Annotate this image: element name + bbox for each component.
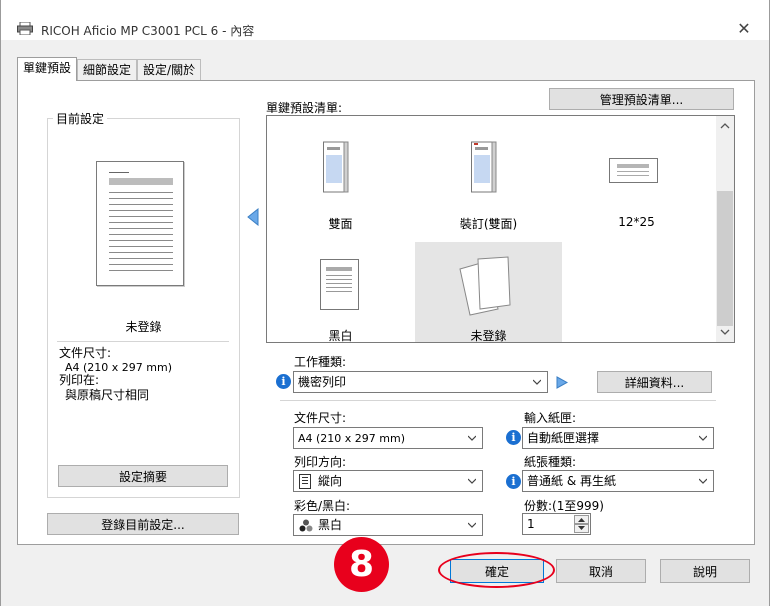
chevron-down-icon [699,478,707,484]
input-tray-select[interactable]: 自動紙匣選擇 [522,427,714,449]
chevron-down-icon [533,379,541,385]
preset-label: 未登錄 [470,329,507,343]
bw-page-icon [320,259,359,310]
chevron-down-icon [468,478,476,484]
manage-presets-button[interactable]: 管理預設清單... [549,88,734,110]
tab-detailed-settings[interactable]: 細節設定 [77,59,138,81]
paper-size-label: 文件尺寸: [294,411,347,425]
preset-list[interactable]: 雙面 裝訂(雙面) 12*25 黑白 未登錄 [266,115,735,343]
collapse-left-arrow-icon[interactable] [247,208,259,226]
chevron-down-icon [468,435,476,441]
paper-type-select[interactable]: 普通紙 & 再生紙 [522,470,714,492]
scroll-up-icon[interactable] [716,118,734,136]
copies-spinner[interactable]: 1 [522,513,591,535]
input-tray-value: 自動紙匣選擇 [527,431,600,445]
close-icon[interactable]: ✕ [733,18,755,40]
info-icon: i [276,374,291,389]
settings-divider [57,341,229,342]
step-number-badge: 8 [334,537,389,592]
title-bar: RICOH Aficio MP C3001 PCL 6 - 內容 ✕ [1,0,769,40]
current-settings-label: 目前設定 [53,110,108,127]
help-button[interactable]: 說明 [660,559,750,583]
paper-size-value: A4 (210 x 297 mm) [298,432,406,445]
print-on-summary-value: 與原稿尺寸相同 [65,388,150,402]
color-mode-select[interactable]: 黑白 [293,514,483,536]
cancel-button[interactable]: 取消 [556,559,646,583]
highlight-ellipse [438,552,555,588]
document-preview [96,161,184,286]
preset-item-staple-duplex[interactable]: 裝訂(雙面) [415,116,562,231]
preset-item-duplex[interactable]: 雙面 [267,116,414,231]
paper-type-label: 紙張種類: [524,455,577,469]
chevron-down-icon [699,435,707,441]
paper-type-value: 普通紙 & 再生紙 [527,474,616,488]
settings-summary-button[interactable]: 設定摘要 [58,465,228,487]
landscape-page-icon [609,158,658,183]
preset-list-label: 單鍵預設清單: [266,101,343,115]
orientation-value: 縱向 [318,474,343,488]
preset-label: 黑白 [328,329,353,343]
tab-strip: 單鍵預設 細節設定 設定/關於 [17,57,202,81]
color-mode-value: 黑白 [318,518,343,532]
copies-label: 份數:(1至999) [524,499,604,513]
scroll-down-icon[interactable] [716,324,734,342]
job-type-value: 機密列印 [298,375,347,389]
preset-item-unregistered[interactable]: 未登錄 [415,242,562,342]
preview-caption: 未登錄 [125,320,162,334]
spinner-up-icon[interactable] [574,515,589,524]
preset-label: 雙面 [328,217,353,231]
copies-value: 1 [527,517,535,531]
spinner-down-icon[interactable] [574,524,589,533]
staple-duplex-page-icon [471,141,497,193]
preset-label: 裝訂(雙面) [459,217,518,231]
preset-label: 12*25 [618,215,655,229]
info-icon: i [506,430,521,445]
job-type-label: 工作種類: [294,355,347,369]
bw-dots-icon [299,519,313,532]
register-current-settings-button[interactable]: 登錄目前設定... [47,513,239,535]
portrait-page-icon [299,474,311,489]
details-button[interactable]: 詳細資料... [597,371,712,393]
paper-size-select[interactable]: A4 (210 x 297 mm) [293,427,483,449]
printer-properties-window: RICOH Aficio MP C3001 PCL 6 - 內容 ✕ 單鍵預設 … [0,0,770,606]
info-icon: i [506,474,521,489]
orientation-select[interactable]: 縱向 [293,470,483,492]
play-arrow-icon[interactable] [556,376,568,389]
scrollbar-thumb[interactable] [717,191,733,326]
window-title: RICOH Aficio MP C3001 PCL 6 - 內容 [41,24,255,38]
printer-icon [17,22,33,35]
paper-size-summary-label: 文件尺寸: [59,346,112,360]
preset-item-bw[interactable]: 黑白 [267,242,414,342]
tab-settings-about[interactable]: 設定/關於 [137,59,202,81]
tab-one-click-presets[interactable]: 單鍵預設 [17,57,78,81]
chevron-down-icon [468,522,476,528]
job-type-select[interactable]: 機密列印 [293,371,548,393]
preset-list-scrollbar[interactable] [716,116,734,342]
orientation-label: 列印方向: [294,455,347,469]
unregistered-pages-icon [459,256,511,316]
input-tray-label: 輸入紙匣: [524,411,577,425]
print-on-summary-label: 列印在: [59,373,100,387]
section-divider [280,400,716,401]
color-mode-label: 彩色/黑白: [294,499,351,513]
duplex-page-icon [323,141,349,193]
preset-item-12x25[interactable]: 12*25 [563,116,710,229]
